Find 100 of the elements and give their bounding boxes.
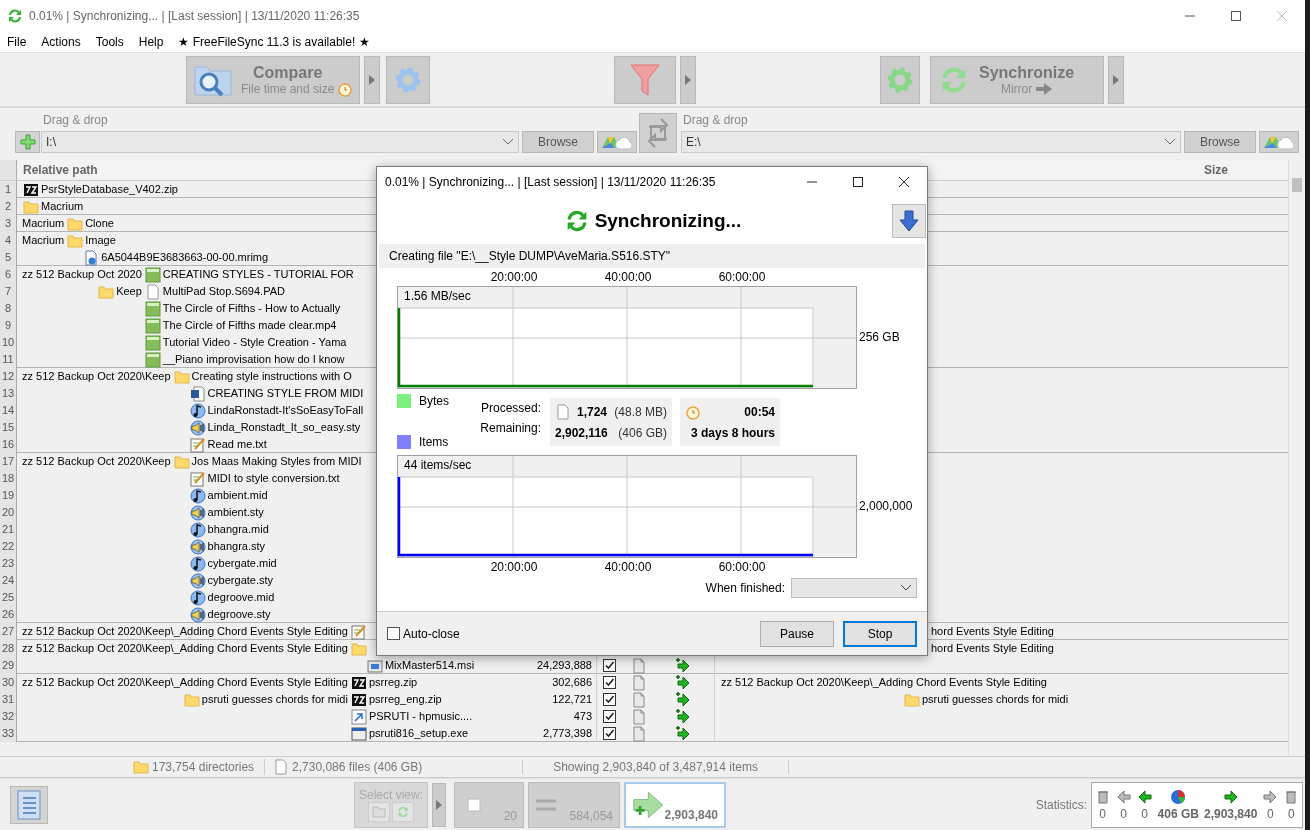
speaker-icon [189,538,206,555]
folder-path: zz 512 Backup Oct 2020\Keep [21,369,171,384]
statistic-value: 0 [1141,806,1148,821]
row-number: 15 [0,419,17,436]
file-name: The Circle of Fifths - How to Actually [161,301,341,316]
dialog-title: 0.01% | Synchronizing... | [Last session] | 13/11/2020 11:26:35 [385,175,716,189]
notepad-icon [350,623,367,640]
checkbox[interactable] [603,676,616,689]
row-number: 32 [0,708,17,725]
file-name: CREATING STYLE FROM MIDI [206,386,364,401]
file-name: Creating style instructions with O [190,369,352,384]
row-number: 17 [0,453,17,470]
folder-icon [133,759,149,775]
file-size: 2,773,398 [543,726,592,741]
swap-icon [645,118,671,148]
file-name: LindaRonstadt-It'sSoEasyToFall [206,403,364,418]
add-folder-pair-button[interactable] [15,131,40,153]
swap-sides-button[interactable] [639,113,677,153]
row-number: 24 [0,572,17,589]
chevron-down-icon [502,138,514,146]
list-icon [15,789,43,820]
chevron-down-icon [1164,138,1176,146]
dialog-button[interactable]: Stop [843,620,917,647]
folder-path: zz 512 Backup Oct 2020 [21,267,142,282]
checkbox[interactable] [603,693,616,706]
time-value: 00:54 [744,404,775,419]
chevron-down-icon [900,584,912,592]
checkbox[interactable] [387,627,400,640]
archive-icon [350,674,367,691]
row-number: 25 [0,589,17,606]
menu-item[interactable]: Help [133,35,169,49]
axis-max-label: 2,000,000 [859,499,913,513]
cloud-button[interactable] [1259,131,1299,153]
checkbox[interactable] [603,710,616,723]
column-header[interactable]: Size [1198,160,1288,180]
scroll-thumb[interactable] [1292,178,1302,192]
directory-count: 173,754 directories [152,760,255,774]
folder-path: hord Events Style Editing [930,624,1054,639]
dropdown-button[interactable] [432,782,446,827]
file-name: CREATING STYLES - TUTORIAL FOR [161,267,354,282]
checkbox[interactable] [603,659,616,672]
view-filter-button[interactable]: 2,903,840 [624,781,726,828]
file-name: cybergate.mid [206,556,277,571]
plus-icon [19,134,36,150]
checkbox-label: Auto-close [403,626,460,641]
row-number: 16 [0,436,17,453]
video-icon [144,351,161,368]
menu-item[interactable]: ★ FreeFileSync 11.3 is available! ★ [173,35,375,49]
log-button[interactable] [10,785,48,824]
filter-button[interactable] [614,55,676,104]
folder-name: psruti guesses chords for midi [200,692,348,707]
rate-label: 44 items/sec [404,458,472,472]
dropdown-button[interactable] [364,55,380,104]
file-name: cybergate.sty [206,573,274,588]
stat-label: Remaining: [480,421,541,435]
menu-item[interactable]: Tools [90,35,129,49]
row-number: 29 [0,657,17,674]
music-note-icon [189,555,206,572]
file-name: psrreg_eng.zip [367,692,442,707]
minimize-to-tray-button[interactable] [892,204,926,238]
stat-label: Processed: [480,401,541,415]
time-value: 3 days 8 hours [690,425,775,440]
settings-button[interactable] [386,55,430,104]
folder-path-field[interactable]: I:\ [41,131,519,153]
arrow-left-icon [1115,788,1132,805]
statistics-label: Statistics: [1035,797,1087,812]
file-name: Macrium [40,199,84,214]
document-icon [144,283,161,300]
settings-button[interactable] [880,55,920,104]
file-name: PsrStyleDatabase_V402.zip [40,182,178,197]
statistic-value: 406 GB [1157,806,1199,821]
folder-path-field[interactable]: E:\ [681,131,1181,153]
cloud-button[interactable] [597,131,637,153]
dropdown-button[interactable] [680,55,696,104]
document-icon [555,403,571,420]
menu-item[interactable]: Actions [36,35,86,49]
row-number: 11 [0,351,17,368]
folder-path: zz 512 Backup Oct 2020\Keep\_Adding Chord Events Style Editing [21,675,348,690]
file-name: degroove.sty [206,607,271,622]
checkbox[interactable] [603,727,616,740]
folder-name: psruti guesses chords for midi [921,692,1069,707]
file-name: psruti816_setup.exe [367,726,468,741]
legend-label: Bytes [419,394,449,408]
folder-path: Macrium [21,216,65,231]
dropdown-button[interactable] [1108,55,1124,104]
file-name: psrreg.zip [367,675,418,690]
row-number: 5 [0,249,17,266]
folder-path: zz 512 Backup Oct 2020\Keep\_Adding Chord Events Style Editing [21,624,348,639]
alarm-clock-icon [685,403,701,420]
scrollbar[interactable] [1288,160,1305,756]
drag-drop-label: Drag & drop [42,113,109,129]
browse-button[interactable]: Browse [522,131,594,153]
file-name: 6A5044B9E3683663-00-00.mrimg [100,250,269,265]
file-name: Linda_Ronstadt_It_so_easy.sty [206,420,361,435]
dialog-button[interactable]: Pause [760,620,834,647]
row-number: 12 [0,368,17,385]
browse-button[interactable]: Browse [1184,131,1256,153]
file-name: degroove.mid [206,590,275,605]
folder-icon [183,691,200,708]
menu-item[interactable]: File [2,35,32,49]
